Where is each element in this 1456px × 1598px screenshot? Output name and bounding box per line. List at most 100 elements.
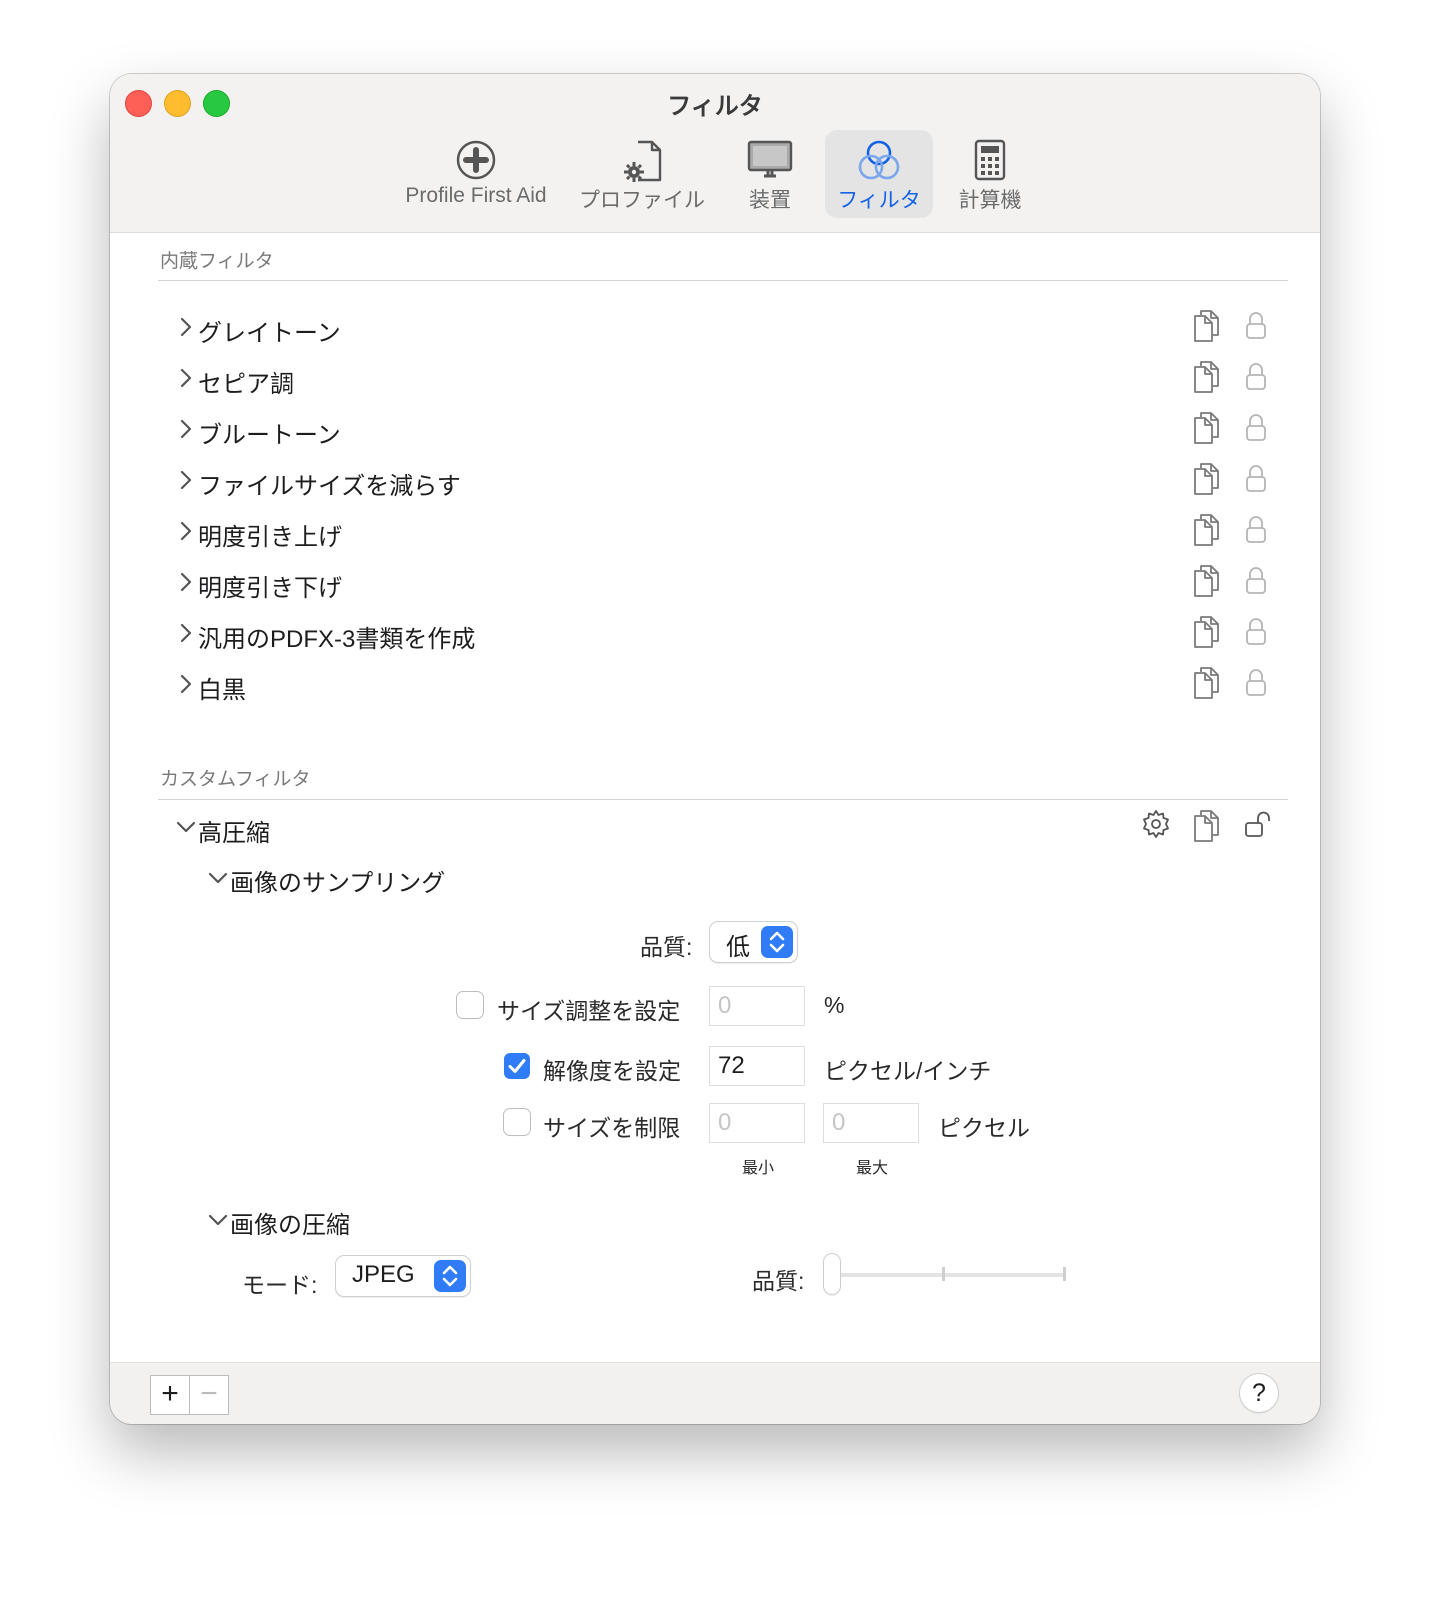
- calculator-icon: [974, 139, 1006, 181]
- builtin-filter-row[interactable]: ファイルサイズを減らす: [176, 460, 1286, 502]
- lock-icon[interactable]: [1244, 667, 1268, 699]
- compression-quality-slider[interactable]: [820, 1252, 1070, 1298]
- custom-filter-row[interactable]: 高圧縮: [176, 807, 1286, 849]
- builtin-filter-row[interactable]: セピア調: [176, 358, 1286, 400]
- quality-popup[interactable]: 低: [710, 922, 797, 962]
- duplicate-icon[interactable]: [1192, 564, 1222, 598]
- lock-icon[interactable]: [1244, 361, 1268, 393]
- resize-label: サイズ調整を設定: [497, 998, 681, 1024]
- remove-filter-button[interactable]: −: [189, 1375, 229, 1415]
- unlock-icon[interactable]: [1244, 810, 1274, 840]
- window-title: フィルタ: [667, 93, 763, 120]
- gear-icon[interactable]: [1141, 809, 1171, 839]
- max-caption: 最大: [856, 1160, 889, 1177]
- chevron-down-icon[interactable]: [174, 817, 198, 837]
- filter-name: ブルートーン: [198, 422, 341, 449]
- toolbar-item-label: Profile First Aid: [405, 184, 547, 207]
- divider: [158, 799, 1288, 800]
- chevron-right-icon[interactable]: [176, 366, 196, 390]
- limit-unit: ピクセル: [938, 1115, 1030, 1141]
- builtin-filter-row[interactable]: 汎用のPDFX-3書類を作成: [176, 613, 1286, 655]
- help-button[interactable]: ?: [1240, 1374, 1278, 1412]
- lock-icon[interactable]: [1244, 412, 1268, 444]
- quality-value: 低: [726, 934, 750, 961]
- sampling-title: 画像のサンプリング: [230, 870, 446, 897]
- duplicate-icon[interactable]: [1192, 360, 1222, 394]
- sampling-subsection-header[interactable]: 画像のサンプリング: [206, 858, 606, 898]
- chevron-down-icon[interactable]: [206, 868, 230, 888]
- limit-min-value: 0: [718, 1109, 732, 1136]
- duplicate-icon[interactable]: [1192, 615, 1222, 649]
- builtin-filter-row[interactable]: 明度引き上げ: [176, 511, 1286, 553]
- slider-knob[interactable]: [824, 1254, 840, 1294]
- app-window: フィルタ Profile First Aid プロファイル 装置 フィルタ 計算…: [110, 74, 1320, 1424]
- add-label: +: [161, 1377, 179, 1410]
- filter-name: 白黒: [198, 677, 246, 704]
- filter-name: 汎用のPDFX-3書類を作成: [198, 626, 476, 653]
- mode-label: モード:: [242, 1272, 318, 1298]
- duplicate-icon[interactable]: [1192, 411, 1222, 445]
- filter-name: ファイルサイズを減らす: [198, 473, 461, 500]
- limit-size-checkbox[interactable]: [504, 1109, 530, 1135]
- profile-document-gear-icon: [624, 140, 662, 182]
- chevron-right-icon[interactable]: [176, 570, 196, 594]
- duplicate-icon[interactable]: [1192, 809, 1222, 843]
- duplicate-icon[interactable]: [1192, 513, 1222, 547]
- custom-section-header: カスタムフィルタ: [160, 769, 311, 790]
- limit-max-value: 0: [832, 1109, 846, 1136]
- lock-icon[interactable]: [1244, 514, 1268, 546]
- compression-quality-label: 品質:: [752, 1268, 805, 1294]
- limit-max-field[interactable]: 0: [824, 1104, 918, 1142]
- quality-label: 品質:: [640, 934, 693, 960]
- chevron-right-icon[interactable]: [176, 621, 196, 645]
- chevron-right-icon[interactable]: [176, 519, 196, 543]
- filter-name: セピア調: [198, 371, 294, 398]
- popup-arrows-icon: [761, 926, 793, 958]
- resolution-unit: ピクセル/インチ: [824, 1058, 992, 1084]
- toolbar-item-filter[interactable]: フィルタ: [825, 130, 933, 218]
- chevron-down-icon[interactable]: [206, 1210, 230, 1230]
- first-aid-icon: [456, 140, 496, 180]
- builtin-filter-row[interactable]: グレイトーン: [176, 307, 1286, 349]
- duplicate-icon[interactable]: [1192, 462, 1222, 496]
- lock-icon[interactable]: [1244, 616, 1268, 648]
- remove-label: −: [200, 1377, 218, 1410]
- filter-name: 明度引き上げ: [198, 524, 342, 551]
- toolbar-item-calculator[interactable]: 計算機: [942, 130, 1038, 218]
- toolbar-item-label: プロファイル: [579, 189, 705, 212]
- lock-icon[interactable]: [1244, 310, 1268, 342]
- divider: [158, 280, 1288, 281]
- builtin-filter-row[interactable]: 白黒: [176, 664, 1286, 706]
- chevron-right-icon[interactable]: [176, 672, 196, 696]
- lock-icon[interactable]: [1244, 463, 1268, 495]
- resize-checkbox[interactable]: [457, 992, 483, 1018]
- limit-min-field[interactable]: 0: [710, 1104, 804, 1142]
- toolbar-item-label: フィルタ: [837, 189, 921, 212]
- compression-title: 画像の圧縮: [230, 1212, 350, 1239]
- popup-arrows-icon: [434, 1260, 466, 1292]
- resolution-label: 解像度を設定: [543, 1058, 681, 1084]
- builtin-filter-row[interactable]: ブルートーン: [176, 409, 1286, 451]
- custom-filter-name: 高圧縮: [198, 820, 270, 847]
- toolbar-item-profile[interactable]: プロファイル: [574, 130, 710, 218]
- toolbar-item-label: 装置: [749, 189, 791, 212]
- toolbar-item-profile-first-aid[interactable]: Profile First Aid: [392, 130, 560, 218]
- checkmark-icon: [508, 1059, 526, 1073]
- footer-bar: + − ?: [110, 1362, 1320, 1424]
- mode-popup[interactable]: JPEG: [336, 1256, 470, 1296]
- lock-icon[interactable]: [1244, 565, 1268, 597]
- chevron-right-icon[interactable]: [176, 417, 196, 441]
- duplicate-icon[interactable]: [1192, 666, 1222, 700]
- chevron-right-icon[interactable]: [176, 315, 196, 339]
- add-filter-button[interactable]: +: [150, 1375, 190, 1415]
- duplicate-icon[interactable]: [1192, 309, 1222, 343]
- slider-tick: [942, 1267, 945, 1281]
- resolution-field[interactable]: 72: [710, 1047, 804, 1085]
- toolbar-item-devices[interactable]: 装置: [722, 130, 818, 218]
- builtin-filter-row[interactable]: 明度引き下げ: [176, 562, 1286, 604]
- resolution-checkbox[interactable]: [504, 1053, 530, 1079]
- chevron-right-icon[interactable]: [176, 468, 196, 492]
- slider-tick: [1063, 1267, 1066, 1281]
- compression-subsection-header[interactable]: 画像の圧縮: [206, 1200, 606, 1240]
- resize-percent-field[interactable]: 0: [710, 987, 804, 1025]
